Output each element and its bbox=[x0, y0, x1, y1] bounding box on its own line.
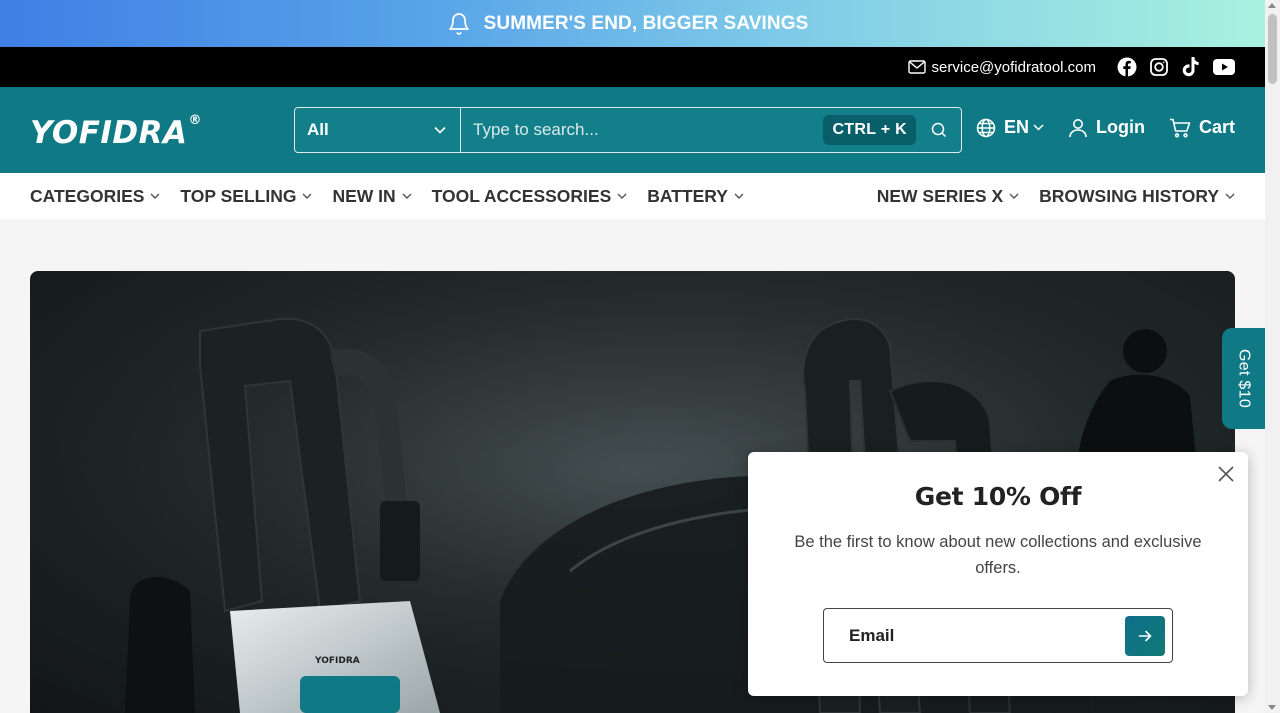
page-scrollbar[interactable] bbox=[1265, 0, 1280, 713]
language-selector[interactable]: EN bbox=[976, 117, 1044, 138]
get-discount-tab[interactable]: Get $10 bbox=[1222, 328, 1265, 429]
facebook-icon[interactable] bbox=[1116, 56, 1138, 78]
search-category-value: All bbox=[307, 120, 329, 139]
mail-icon bbox=[907, 60, 926, 74]
search-placeholder: Type to search... bbox=[473, 120, 599, 139]
nav-item-top-selling[interactable]: TOP SELLING bbox=[180, 186, 312, 207]
email-link[interactable]: service@yofidratool.com bbox=[907, 58, 1096, 76]
email-text: service@yofidratool.com bbox=[931, 58, 1096, 76]
nav-item-label: NEW SERIES X bbox=[876, 185, 1004, 206]
nav-item-battery[interactable]: BATTERY bbox=[647, 186, 744, 207]
popup-body: Be the first to know about new collectio… bbox=[794, 533, 1202, 577]
globe-icon bbox=[976, 118, 996, 137]
user-icon bbox=[1069, 118, 1087, 137]
header-actions: EN Login Cart bbox=[976, 117, 1235, 138]
chevron-down-icon bbox=[1009, 193, 1019, 199]
search-input[interactable]: Type to search... CTRL + K bbox=[461, 108, 961, 152]
site-header: YOFIDRA® All Type to search... CTRL + K … bbox=[0, 87, 1265, 173]
chevron-down-icon bbox=[434, 126, 446, 134]
newsletter-popup: Get 10% Off Be the first to know about n… bbox=[748, 452, 1248, 696]
tiktok-icon[interactable] bbox=[1180, 56, 1202, 78]
scroll-up-arrow[interactable] bbox=[1268, 3, 1276, 8]
cart-icon bbox=[1169, 118, 1191, 137]
logo-trademark: ® bbox=[188, 113, 203, 128]
nav-item-label: CATEGORIES bbox=[30, 185, 145, 206]
search-shortcut-badge: CTRL + K bbox=[823, 115, 916, 145]
bell-icon bbox=[448, 12, 469, 35]
chevron-down-icon bbox=[402, 193, 412, 199]
email-placeholder: Email bbox=[849, 625, 895, 645]
nav-item-label: TOP SELLING bbox=[180, 185, 297, 206]
scroll-down-arrow[interactable] bbox=[1268, 705, 1276, 710]
chevron-down-icon bbox=[302, 193, 312, 199]
instagram-icon[interactable] bbox=[1148, 56, 1170, 78]
search-category-select[interactable]: All bbox=[295, 108, 461, 152]
nav-item-categories[interactable]: CATEGORIES bbox=[30, 186, 160, 207]
search-icon[interactable] bbox=[931, 122, 947, 138]
nav-item-label: BATTERY bbox=[647, 185, 728, 206]
main-nav: CATEGORIES TOP SELLING NEW IN TOOL ACCES… bbox=[0, 173, 1265, 219]
nav-item-label: TOOL ACCESSORIES bbox=[431, 185, 612, 206]
nav-item-label: BROWSING HISTORY bbox=[1039, 185, 1219, 206]
nav-item-tool-accessories[interactable]: TOOL ACCESSORIES bbox=[432, 186, 628, 207]
logo-text: YOFIDRA bbox=[30, 115, 188, 151]
popup-title: Get 10% Off bbox=[914, 482, 1082, 511]
announcement-bar[interactable]: SUMMER'S END, BIGGER SAVINGS bbox=[0, 0, 1265, 47]
site-logo[interactable]: YOFIDRA® bbox=[30, 113, 203, 151]
close-icon[interactable] bbox=[1216, 464, 1236, 484]
chevron-down-icon bbox=[1225, 193, 1235, 199]
scrollbar-thumb[interactable] bbox=[1268, 14, 1277, 84]
email-field[interactable]: Email bbox=[823, 608, 1173, 663]
nav-item-browsing-history[interactable]: BROWSING HISTORY bbox=[1039, 186, 1235, 207]
cart-label: Cart bbox=[1198, 117, 1235, 137]
subscribe-button[interactable] bbox=[1125, 616, 1165, 656]
announcement-text: SUMMER'S END, BIGGER SAVINGS bbox=[483, 12, 809, 34]
get-discount-label: Get $10 bbox=[1235, 348, 1253, 409]
chevron-down-icon bbox=[617, 193, 627, 199]
cart-button[interactable]: Cart bbox=[1169, 117, 1235, 138]
search-bar: All Type to search... CTRL + K bbox=[294, 107, 962, 153]
hero-product-logo: YOFIDRA bbox=[314, 656, 360, 666]
language-label: EN bbox=[1003, 117, 1029, 137]
contact-bar: service@yofidratool.com bbox=[0, 47, 1265, 87]
chevron-down-icon bbox=[1033, 124, 1044, 131]
nav-item-label: NEW IN bbox=[332, 185, 396, 206]
login-button[interactable]: Login bbox=[1068, 117, 1145, 138]
chevron-down-icon bbox=[734, 193, 744, 199]
chevron-down-icon bbox=[150, 193, 160, 199]
arrow-right-icon bbox=[1138, 630, 1152, 642]
youtube-icon[interactable] bbox=[1212, 56, 1236, 78]
login-label: Login bbox=[1096, 117, 1145, 137]
nav-item-new-in[interactable]: NEW IN bbox=[332, 185, 412, 207]
nav-item-new-series-x[interactable]: NEW SERIES X bbox=[877, 186, 1019, 207]
